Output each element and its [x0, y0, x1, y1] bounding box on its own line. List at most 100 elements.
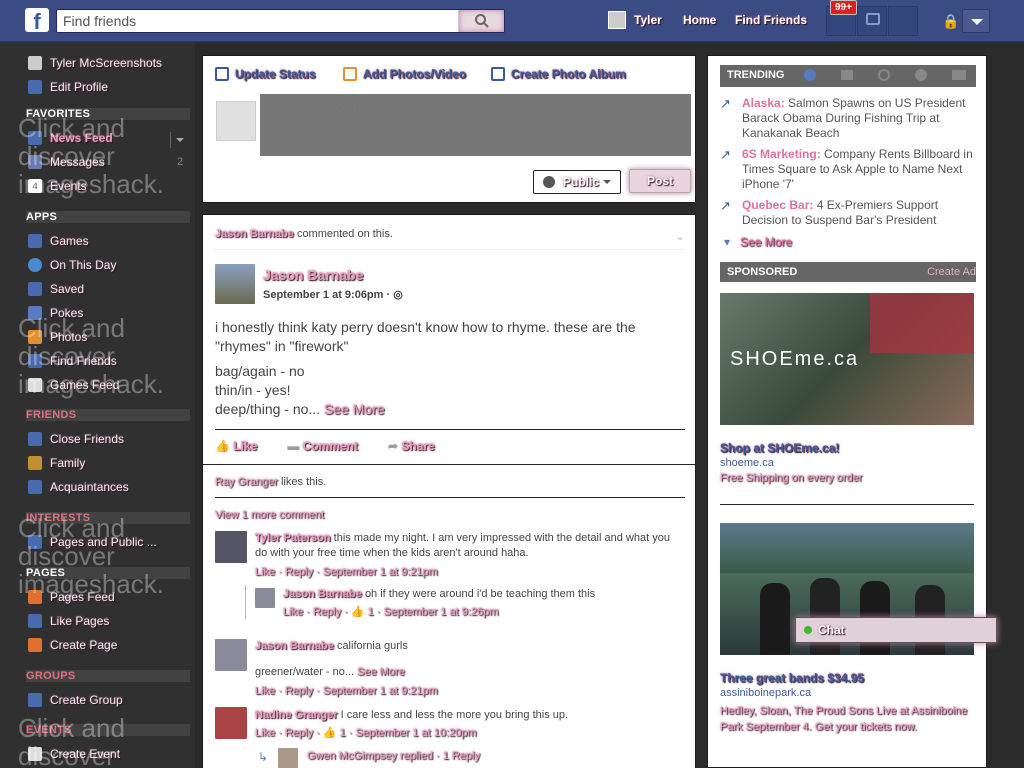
- sidebar-item-find-friends[interactable]: Find Friends: [28, 352, 117, 370]
- commenter-avatar[interactable]: [255, 588, 275, 608]
- sidebar-item-create-event[interactable]: Create Event: [28, 745, 120, 763]
- commenter-avatar[interactable]: [215, 639, 247, 671]
- sidebar-item-family[interactable]: Family: [28, 454, 85, 472]
- find-friends-icon: [28, 354, 42, 368]
- close-friends-label: Close Friends: [50, 432, 125, 446]
- sidebar-item-news-feed[interactable]: News Feed: [28, 129, 113, 147]
- post-button[interactable]: Post: [629, 169, 691, 193]
- like-button[interactable]: 👍 Like: [215, 439, 257, 453]
- tab-create-album[interactable]: Create Photo Album: [491, 67, 626, 81]
- trending-icon[interactable]: [804, 69, 816, 81]
- sidebar-item-pages-feed[interactable]: Pages Feed: [28, 588, 115, 606]
- sidebar-item-messages[interactable]: Messages: [28, 153, 105, 171]
- likes-summary: Ray Granger likes this.: [215, 476, 326, 488]
- trend-item[interactable]: ↗ Alaska: Salmon Spawns on US President B…: [720, 96, 976, 141]
- see-more-trends[interactable]: ▾ See More: [724, 235, 792, 249]
- user-avatar[interactable]: [608, 11, 626, 29]
- sidebar-item-photos[interactable]: Photos: [28, 328, 87, 346]
- comment-actions[interactable]: Like · Reply ·: [255, 727, 320, 739]
- sidebar-item-events[interactable]: 4 Events: [28, 177, 87, 195]
- trend-item[interactable]: ↗ 6S Marketing: Company Rents Billboard i…: [720, 147, 976, 192]
- author-avatar[interactable]: [215, 264, 255, 304]
- sponsored-title: SPONSORED: [727, 266, 798, 278]
- sidebar-item-pages-public[interactable]: Pages and Public ...: [28, 533, 157, 551]
- entertainment-icon[interactable]: [952, 70, 966, 80]
- commenter-avatar[interactable]: [278, 748, 298, 768]
- ad-domain[interactable]: shoeme.ca: [720, 457, 774, 469]
- liker-name[interactable]: Ray Granger: [215, 476, 278, 488]
- sidebar-item-acquaintances[interactable]: Acquaintances: [28, 478, 129, 496]
- commenter-name[interactable]: Jason Barnabe: [255, 640, 334, 652]
- star-icon: [28, 432, 42, 446]
- favorites-header: FAVORITES: [26, 108, 91, 120]
- see-more-link[interactable]: See More: [324, 401, 385, 417]
- avatar: [28, 56, 42, 70]
- comment-meta[interactable]: Like · Reply · September 1 at 9:21pm: [255, 685, 438, 697]
- view-more-comments[interactable]: View 1 more comment: [215, 509, 324, 521]
- chat-bar[interactable]: Chat: [795, 617, 997, 643]
- privacy-shortcuts-icon[interactable]: 🔒: [942, 13, 959, 30]
- ad-title[interactable]: Shop at SHOEme.ca!: [720, 441, 839, 455]
- sidebar-item-on-this-day[interactable]: On This Day: [28, 256, 116, 274]
- tab-update-status[interactable]: Update Status: [215, 67, 316, 81]
- see-more-link[interactable]: See More: [357, 666, 405, 678]
- notifications-button[interactable]: [888, 6, 918, 36]
- trending-header: TRENDING: [720, 65, 976, 87]
- share-button[interactable]: ➦ Share: [388, 439, 435, 453]
- comment-button[interactable]: ▬ Comment: [287, 439, 358, 453]
- messages-button[interactable]: [857, 6, 887, 36]
- sidebar-edit-profile[interactable]: Edit Profile: [28, 78, 108, 96]
- news-feed-options-button[interactable]: [170, 132, 190, 148]
- sidebar-item-games[interactable]: Games: [28, 232, 89, 250]
- search-box[interactable]: [56, 9, 505, 33]
- replies-link[interactable]: Gwen McGimpsey replied · 1 Reply: [307, 750, 480, 762]
- tab-label: Add Photos/Video: [363, 67, 467, 81]
- author-name[interactable]: Jason Barnabe: [263, 267, 363, 283]
- commenter-name[interactable]: Jason Barnabe: [283, 588, 362, 600]
- profile-link[interactable]: Tyler: [634, 13, 662, 27]
- find-friends-link[interactable]: Find Friends: [735, 13, 807, 27]
- privacy-selector[interactable]: Public: [533, 170, 621, 194]
- commenter-name[interactable]: Nadine Granger: [255, 709, 338, 721]
- ad-domain[interactable]: assiniboinepark.ca: [720, 687, 811, 699]
- sidebar-item-create-group[interactable]: Create Group: [28, 691, 123, 709]
- header-name[interactable]: Jason Barnabe: [215, 228, 294, 240]
- sidebar-item-games-feed[interactable]: Games Feed: [28, 376, 119, 394]
- account-menu-button[interactable]: [962, 9, 990, 33]
- science-icon[interactable]: [878, 69, 890, 81]
- games-label: Games: [50, 234, 89, 248]
- sidebar-item-like-pages[interactable]: Like Pages: [28, 612, 109, 630]
- sidebar-profile[interactable]: Tyler McScreenshots: [28, 54, 162, 72]
- edit-profile-label: Edit Profile: [50, 80, 109, 94]
- commenter-name[interactable]: Tyler Paterson: [255, 532, 331, 544]
- sidebar-item-create-page[interactable]: Create Page: [28, 636, 117, 654]
- commenter-avatar[interactable]: [215, 531, 247, 563]
- news-feed-story: Jason Barnabe commented on this. ⌄ Jason…: [202, 214, 697, 768]
- comment-label: Comment: [302, 439, 358, 453]
- ad-title[interactable]: Three great bands $34.95: [720, 671, 864, 685]
- tab-label: Update Status: [235, 67, 316, 81]
- search-input[interactable]: [57, 10, 457, 32]
- comment-time[interactable]: 1 · September 1 at 10:20pm: [340, 727, 477, 739]
- comment-meta[interactable]: Like · Reply · September 1 at 9:21pm: [255, 566, 438, 578]
- create-ad-link[interactable]: Create Ad: [927, 266, 976, 278]
- tab-add-photos[interactable]: Add Photos/Video: [343, 67, 466, 81]
- search-button[interactable]: [458, 10, 504, 32]
- person: [760, 583, 790, 655]
- status-input[interactable]: [260, 94, 691, 156]
- comment-time[interactable]: 1 · September 1 at 9:26pm: [368, 606, 499, 618]
- comment-actions[interactable]: Like · Reply ·: [283, 606, 348, 618]
- trend-item[interactable]: ↗ Quebec Bar: 4 Ex-Premiers Support Decis…: [720, 198, 976, 228]
- politics-icon[interactable]: [841, 70, 853, 80]
- ad-image-shoeme[interactable]: SHOEme.ca: [720, 293, 974, 425]
- commenter-avatar[interactable]: [215, 707, 247, 739]
- sidebar-item-close-friends[interactable]: Close Friends: [28, 430, 124, 448]
- chevron-down-icon[interactable]: ⌄: [675, 229, 685, 243]
- facebook-logo[interactable]: f: [25, 8, 49, 34]
- sidebar-item-pokes[interactable]: Pokes: [28, 304, 83, 322]
- sports-icon[interactable]: [915, 69, 927, 81]
- story-timestamp[interactable]: September 1 at 9:06pm · ◎: [263, 288, 403, 301]
- thumbs-up-icon: [28, 614, 42, 628]
- home-link[interactable]: Home: [683, 13, 716, 27]
- sidebar-item-saved[interactable]: Saved: [28, 280, 84, 298]
